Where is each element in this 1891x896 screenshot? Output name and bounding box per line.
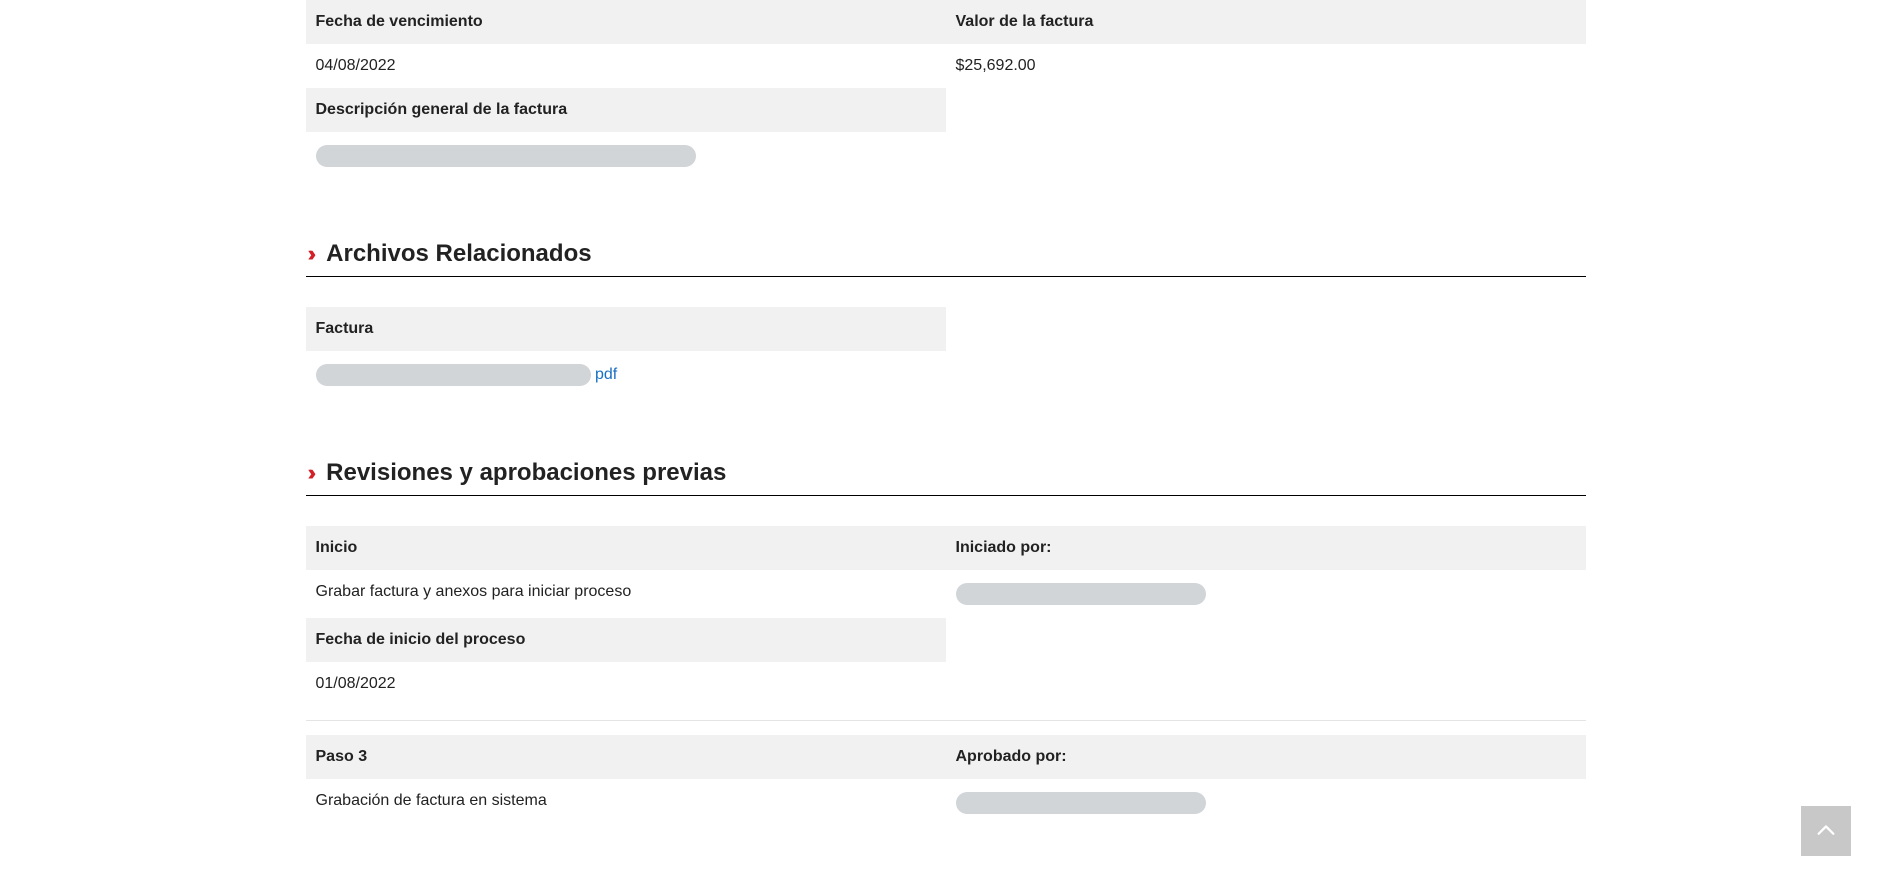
review-step3-step-header: Paso 3 (306, 735, 946, 779)
chevron-up-icon (1815, 820, 1837, 842)
invoice-value-row: 04/08/2022 $25,692.00 (306, 44, 1586, 88)
double-chevron-right-icon: ›› (308, 241, 315, 267)
review-start-date-header: Fecha de inicio del proceso (306, 618, 946, 662)
invoice-header-row: Fecha de vencimiento Valor de la factura (306, 0, 1586, 44)
review-step3-by-value (946, 779, 1586, 827)
review-start-date-value: 01/08/2022 (306, 662, 946, 706)
row-divider (306, 720, 1586, 721)
review-start-by-value (946, 570, 1586, 618)
review-start-step-value: Grabar factura y anexos para iniciar pro… (306, 570, 946, 618)
file-invoice-value: pdf (306, 351, 946, 399)
section-divider (306, 495, 1586, 496)
invoice-amount-header: Valor de la factura (946, 0, 1586, 44)
review-step3-header-row: Paso 3 Aprobado por: (306, 735, 1586, 779)
review-start-value-row: Grabar factura y anexos para iniciar pro… (306, 570, 1586, 618)
review-start-date-value-row: 01/08/2022 (306, 662, 1586, 706)
redacted-text (956, 792, 1206, 814)
review-step3-value-row: Grabación de factura en sistema (306, 779, 1586, 827)
file-invoice-header: Factura (306, 307, 946, 351)
invoice-description-value-row (306, 132, 1586, 180)
scroll-to-top-button[interactable] (1801, 806, 1851, 856)
invoice-description-header-row: Descripción general de la factura (306, 88, 1586, 132)
due-date-value: 04/08/2022 (306, 44, 946, 88)
due-date-header: Fecha de vencimiento (306, 0, 946, 44)
review-start-by-header: Iniciado por: (946, 526, 1586, 570)
section-title-text: Revisiones y aprobaciones previas (326, 459, 726, 487)
invoice-description-value (306, 132, 946, 180)
section-title-text: Archivos Relacionados (326, 240, 591, 268)
review-start-step-header: Inicio (306, 526, 946, 570)
redacted-text (316, 145, 696, 167)
redacted-text (316, 364, 591, 386)
file-header-row: Factura (306, 307, 1586, 351)
section-divider (306, 276, 1586, 277)
review-start-header-row: Inicio Iniciado por: (306, 526, 1586, 570)
double-chevron-right-icon: ›› (308, 460, 315, 486)
review-step3-by-header: Aprobado por: (946, 735, 1586, 779)
invoice-amount-value: $25,692.00 (946, 44, 1586, 88)
review-start-date-header-row: Fecha de inicio del proceso (306, 618, 1586, 662)
file-pdf-link[interactable]: pdf (595, 366, 617, 383)
review-step3-step-value: Grabación de factura en sistema (306, 779, 946, 827)
section-title-related-files: ›› Archivos Relacionados (306, 240, 1586, 268)
invoice-description-header: Descripción general de la factura (306, 88, 946, 132)
redacted-text (956, 583, 1206, 605)
file-value-row: pdf (306, 351, 1586, 399)
section-title-reviews: ›› Revisiones y aprobaciones previas (306, 459, 1586, 487)
